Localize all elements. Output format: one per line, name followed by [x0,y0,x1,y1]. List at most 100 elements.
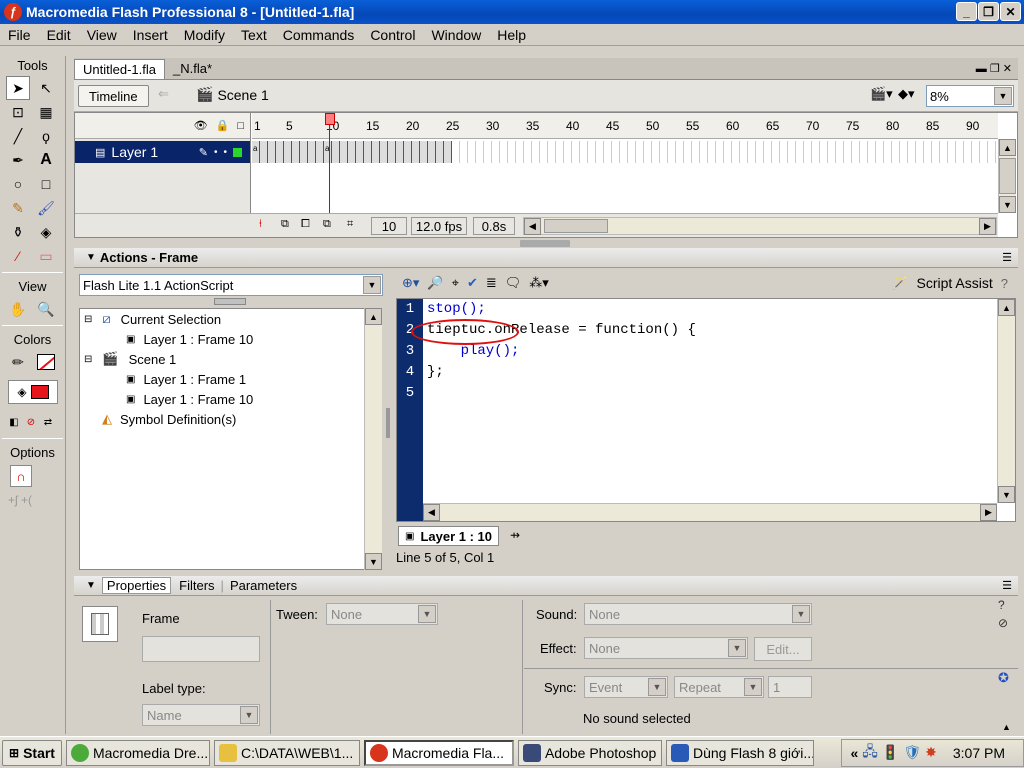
frame-cell[interactable] [684,141,692,163]
show-hidden-icons-button[interactable]: « [850,745,858,761]
frame-cell[interactable] [748,141,756,163]
frame-cell[interactable]: a [252,141,260,163]
collapse-icon[interactable]: ⊟ [84,354,92,365]
frame-cell[interactable] [676,141,684,163]
repeat-count-input[interactable]: 1 [768,676,812,698]
edit-button[interactable]: Edit... [754,637,812,661]
scroll-right-icon[interactable]: ▶ [980,504,997,521]
frame-cell[interactable] [948,141,956,163]
frame-cell[interactable] [772,141,780,163]
lasso-tool-icon[interactable]: ϙ [34,124,58,148]
frame-cell[interactable] [548,141,556,163]
frame-cell[interactable] [484,141,492,163]
frame-cell[interactable] [940,141,948,163]
frame-cell[interactable] [740,141,748,163]
menu-control[interactable]: Control [362,27,423,43]
splitter-handle[interactable] [386,408,390,438]
frame-cell[interactable] [852,141,860,163]
outline-icon[interactable]: □ [237,120,244,132]
collapse-arrow-icon[interactable]: ▼ [86,252,96,263]
frame-cell[interactable] [828,141,836,163]
frame-cell[interactable] [276,141,284,163]
frame-cell[interactable] [292,141,300,163]
scroll-up-icon[interactable]: ▲ [998,299,1015,316]
start-button[interactable]: ⊞ Start [2,739,62,766]
modify-markers-icon[interactable]: ⌗ [347,218,353,231]
no-color-icon[interactable]: ⊘ [23,410,39,434]
effect-select[interactable]: None ▼ [584,637,748,659]
menu-modify[interactable]: Modify [176,27,233,43]
back-arrow-icon[interactable]: ⇐ [158,86,169,102]
code-line[interactable]: }; [427,362,696,383]
insert-target-path-icon[interactable]: ⌖ [452,275,459,291]
frame-cell[interactable] [884,141,892,163]
frame-cell[interactable] [308,141,316,163]
panel-menu-icon[interactable]: ☰ [1002,579,1012,592]
scroll-thumb[interactable] [999,158,1016,194]
menu-commands[interactable]: Commands [275,27,363,43]
menu-text[interactable]: Text [233,27,275,43]
frame-cell[interactable] [284,141,292,163]
scroll-down-icon[interactable]: ▼ [998,486,1015,503]
eraser-tool-icon[interactable]: ▭ [34,244,58,268]
frame-cell[interactable] [788,141,796,163]
task-flash[interactable]: Macromedia Fla... [363,739,514,766]
pin-icon[interactable]: ⇸ [510,528,520,542]
chevron-down-icon[interactable]: ▼ [418,605,436,623]
menu-file[interactable]: File [0,27,39,43]
frame-cell[interactable] [388,141,396,163]
frame-cell[interactable] [444,141,452,163]
hand-tool-icon[interactable]: ✋ [6,297,30,321]
doc-window-controls-icon[interactable]: ▬ ❐ ✕ [976,62,1012,75]
chevron-down-icon[interactable]: ▼ [648,678,666,696]
onion-skin-icon[interactable]: ⧉ [281,218,289,231]
frame-cell[interactable] [460,141,468,163]
frame-cell[interactable] [436,141,444,163]
subselection-tool-icon[interactable]: ↖ [34,76,58,100]
task-explorer[interactable]: C:\DATA\WEB\1... [213,739,360,766]
tree-scene[interactable]: ⊟ 🎬 Scene 1 [84,349,176,369]
zoom-select[interactable]: 8% ▼ [926,85,1014,107]
frame-cell[interactable] [508,141,516,163]
script-version-select[interactable]: Flash Lite 1.1 ActionScript ▼ [79,274,383,296]
frame-cell[interactable] [316,141,324,163]
free-transform-tool-icon[interactable]: ⊡ [6,100,30,124]
snap-magnet-icon[interactable]: ∩ [10,465,32,487]
frame-cell[interactable] [580,141,588,163]
frame-name-input[interactable] [142,636,260,662]
frame-cell[interactable] [900,141,908,163]
pen-tool-icon[interactable]: ✒ [6,148,30,172]
chevron-down-icon[interactable]: ▼ [363,276,381,294]
layer-row[interactable]: ▤ Layer 1 ✎ • • [75,141,250,163]
frame-cell[interactable] [868,141,876,163]
frame-cell[interactable] [500,141,508,163]
actions-panel-header[interactable]: ▼ Actions - Frame ☰ [74,248,1018,268]
frame-cell[interactable] [804,141,812,163]
frame-cell[interactable] [972,141,980,163]
frame-cell[interactable] [908,141,916,163]
tab-n-fla[interactable]: _N.fla* [165,59,220,79]
chevron-down-icon[interactable]: ▼ [792,605,810,623]
chevron-down-icon[interactable]: ▼ [728,639,746,657]
collapse-arrow-icon[interactable]: ▼ [86,580,96,591]
tree-current-selection[interactable]: ⊟ ⧄ Current Selection [84,309,221,329]
rectangle-tool-icon[interactable]: □ [34,172,58,196]
chevron-down-icon[interactable]: ▼ [240,706,258,724]
frame-cell[interactable] [356,141,364,163]
scroll-up-icon[interactable]: ▲ [999,139,1016,156]
frame-cell[interactable] [300,141,308,163]
stroke-color-swatch[interactable] [34,350,58,374]
tree-vscroll[interactable]: ▲ ▼ [364,308,382,570]
frame-cell[interactable] [780,141,788,163]
frame-cell[interactable] [796,141,804,163]
frame-cell[interactable] [524,141,532,163]
frame-cell[interactable] [756,141,764,163]
frame-cell[interactable] [452,141,460,163]
frame-cell[interactable] [892,141,900,163]
frame-row[interactable]: aa [252,141,998,163]
tree-scene-frame1[interactable]: ▣ Layer 1 : Frame 1 [126,369,246,389]
tree-symbol-definitions[interactable]: ◭ Symbol Definition(s) [102,409,236,429]
frame-cell[interactable] [980,141,988,163]
timeline-hscroll[interactable]: ◀ ▶ [523,217,997,235]
script-assist-button[interactable]: Script Assist [917,275,993,291]
